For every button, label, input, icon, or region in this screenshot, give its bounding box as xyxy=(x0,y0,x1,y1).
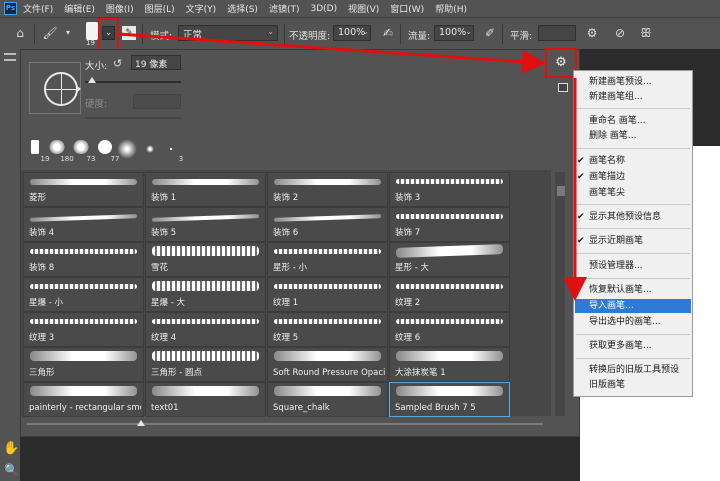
arrow-to-gear xyxy=(117,32,546,74)
annotation-arrows xyxy=(117,32,587,301)
